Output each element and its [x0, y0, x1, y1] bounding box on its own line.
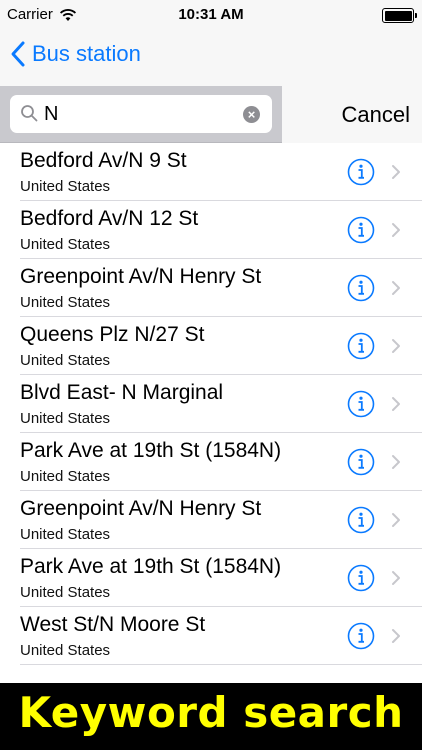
- chevron-left-icon: [11, 41, 25, 67]
- station-country: United States: [20, 584, 111, 601]
- search-input[interactable]: [44, 95, 244, 133]
- banner-text: Keyword search: [18, 688, 404, 737]
- chevron-right-icon: [392, 571, 400, 585]
- search-icon: [21, 105, 38, 122]
- info-icon[interactable]: [347, 564, 375, 592]
- chevron-right-icon: [392, 629, 400, 643]
- list-item[interactable]: West St/N Moore St United States: [0, 607, 422, 665]
- station-name: Bedford Av/N 12 St: [20, 207, 199, 230]
- list-item[interactable]: Bedford Av/N 9 St United States: [0, 143, 422, 201]
- info-icon[interactable]: [347, 506, 375, 534]
- back-button-label: Bus station: [32, 41, 141, 66]
- status-time: 10:31 AM: [178, 6, 244, 23]
- station-country: United States: [20, 410, 111, 427]
- list-item[interactable]: Park Ave at 19th St (1584N) United State…: [0, 433, 422, 491]
- list-item[interactable]: Greenpoint Av/N Henry St United States: [0, 491, 422, 549]
- info-icon[interactable]: [347, 448, 375, 476]
- list-item[interactable]: Park Ave at 19th St (1584N) United State…: [0, 549, 422, 607]
- info-icon[interactable]: [347, 274, 375, 302]
- promo-banner: Keyword search: [0, 683, 422, 750]
- clear-icon[interactable]: ×: [243, 106, 260, 123]
- station-country: United States: [20, 526, 111, 543]
- battery-fill: [384, 10, 412, 21]
- chevron-right-icon: [392, 513, 400, 527]
- station-name: Greenpoint Av/N Henry St: [20, 265, 262, 288]
- info-icon[interactable]: [347, 158, 375, 186]
- chevron-right-icon: [392, 455, 400, 469]
- list-item[interactable]: Queens Plz N/27 St United States: [0, 317, 422, 375]
- search-field[interactable]: ×: [10, 95, 272, 133]
- info-icon[interactable]: [347, 332, 375, 360]
- cancel-button[interactable]: Cancel: [342, 102, 410, 128]
- station-name: Queens Plz N/27 St: [20, 323, 205, 346]
- station-name: Greenpoint Av/N Henry St: [20, 497, 262, 520]
- station-country: United States: [20, 352, 111, 369]
- cancel-area: Cancel: [282, 86, 422, 143]
- list-item[interactable]: Greenpoint Av/N Henry St United States: [0, 259, 422, 317]
- chevron-right-icon: [392, 339, 400, 353]
- battery-icon: [382, 8, 417, 23]
- info-icon[interactable]: [347, 390, 375, 418]
- chevron-right-icon: [392, 397, 400, 411]
- status-bar: Carrier 10:31 AM: [0, 0, 422, 30]
- list-item[interactable]: Bedford Av/N 12 St United States: [0, 201, 422, 259]
- station-country: United States: [20, 294, 111, 311]
- station-country: United States: [20, 178, 111, 195]
- navigation-bar: Bus station: [0, 30, 422, 86]
- station-name: West St/N Moore St: [20, 613, 206, 636]
- chevron-right-icon: [392, 281, 400, 295]
- station-name: Bedford Av/N 9 St: [20, 149, 187, 172]
- chevron-right-icon: [392, 165, 400, 179]
- station-country: United States: [20, 642, 111, 659]
- back-button[interactable]: Bus station: [10, 40, 141, 68]
- station-name: Blvd East- N Marginal: [20, 381, 224, 404]
- results-list: Bedford Av/N 9 St United States Bedford …: [0, 143, 422, 683]
- station-name: Park Ave at 19th St (1584N): [20, 439, 282, 462]
- chevron-right-icon: [392, 223, 400, 237]
- station-country: United States: [20, 468, 111, 485]
- info-icon[interactable]: [347, 622, 375, 650]
- station-name: Park Ave at 19th St (1584N): [20, 555, 282, 578]
- info-icon[interactable]: [347, 216, 375, 244]
- list-item[interactable]: Blvd East- N Marginal United States: [0, 375, 422, 433]
- search-bar: × Cancel: [0, 86, 422, 143]
- station-country: United States: [20, 236, 111, 253]
